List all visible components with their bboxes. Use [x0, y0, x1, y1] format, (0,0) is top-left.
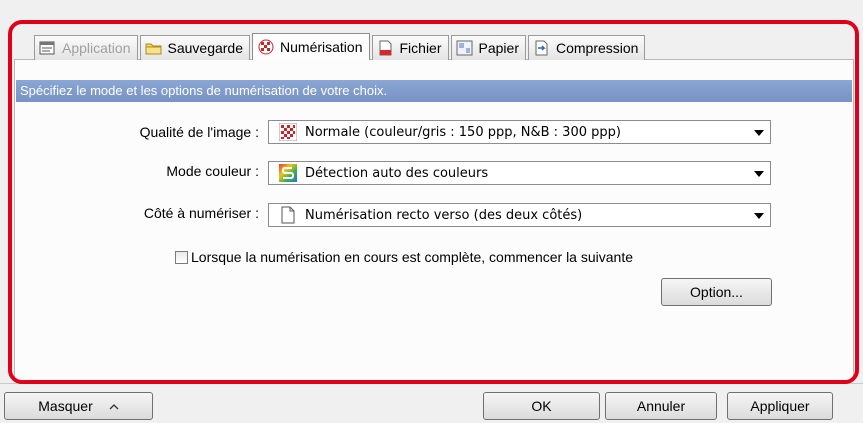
hide-button[interactable]: Masquer — [4, 392, 153, 420]
tab-numerisation[interactable]: Numérisation — [252, 33, 370, 60]
scan-quality-icon — [257, 39, 275, 55]
tab-label: Sauvegarde — [167, 40, 244, 56]
tab-sauvegarde[interactable]: Sauvegarde — [139, 35, 251, 60]
hide-button-label: Masquer — [38, 398, 93, 414]
tab-label: Papier — [478, 40, 519, 56]
apply-button[interactable]: Appliquer — [727, 392, 833, 420]
paper-icon — [456, 40, 474, 56]
continue-scan-checkbox[interactable] — [175, 250, 188, 264]
tab-label: Fichier — [399, 40, 442, 56]
cancel-button[interactable]: Annuler — [605, 392, 717, 420]
color-mode-select[interactable]: Détection auto des couleurs — [268, 161, 771, 185]
quality-label: Qualité de l'image : — [139, 124, 259, 140]
chevron-up-icon — [109, 398, 119, 414]
tab-label: Application — [62, 40, 131, 56]
color-mode-icon — [279, 164, 297, 182]
chevron-down-icon — [754, 171, 764, 177]
compression-icon — [533, 40, 551, 56]
folder-icon — [145, 40, 163, 56]
instruction-banner: Spécifiez le mode et les options de numé… — [16, 80, 852, 102]
file-icon — [377, 40, 395, 56]
color-mode-label: Mode couleur : — [166, 163, 259, 179]
page-icon — [279, 206, 297, 224]
side-value: Numérisation recto verso (des deux côtés… — [305, 207, 583, 223]
quality-checker-icon — [278, 122, 298, 142]
tab-label: Numérisation — [280, 39, 363, 55]
quality-value: Normale (couleur/gris : 150 ppp, N&B : 3… — [305, 124, 621, 140]
tab-application[interactable]: Application — [34, 35, 138, 60]
continue-scan-label[interactable]: Lorsque la numérisation en cours est com… — [191, 249, 633, 265]
quality-select[interactable]: Normale (couleur/gris : 150 ppp, N&B : 3… — [268, 120, 771, 144]
scan-settings-window: Application Sauvegarde Numérisation Fich… — [0, 0, 863, 423]
footer-divider — [0, 383, 863, 384]
color-mode-value: Détection auto des couleurs — [305, 165, 489, 181]
tab-label: Compression — [555, 40, 639, 56]
tab-fichier[interactable]: Fichier — [371, 35, 449, 60]
tab-compression[interactable]: Compression — [527, 35, 646, 60]
tab-bar: Application Sauvegarde Numérisation Fich… — [34, 33, 647, 60]
application-icon — [39, 40, 57, 56]
tab-papier[interactable]: Papier — [450, 35, 526, 60]
side-label: Côté à numériser : — [143, 205, 259, 221]
chevron-down-icon — [754, 130, 764, 136]
chevron-down-icon — [754, 213, 764, 219]
ok-button[interactable]: OK — [483, 392, 600, 420]
continue-scan-option: Lorsque la numérisation en cours est com… — [175, 249, 633, 265]
option-button[interactable]: Option... — [661, 278, 772, 306]
side-select[interactable]: Numérisation recto verso (des deux côtés… — [268, 203, 771, 227]
